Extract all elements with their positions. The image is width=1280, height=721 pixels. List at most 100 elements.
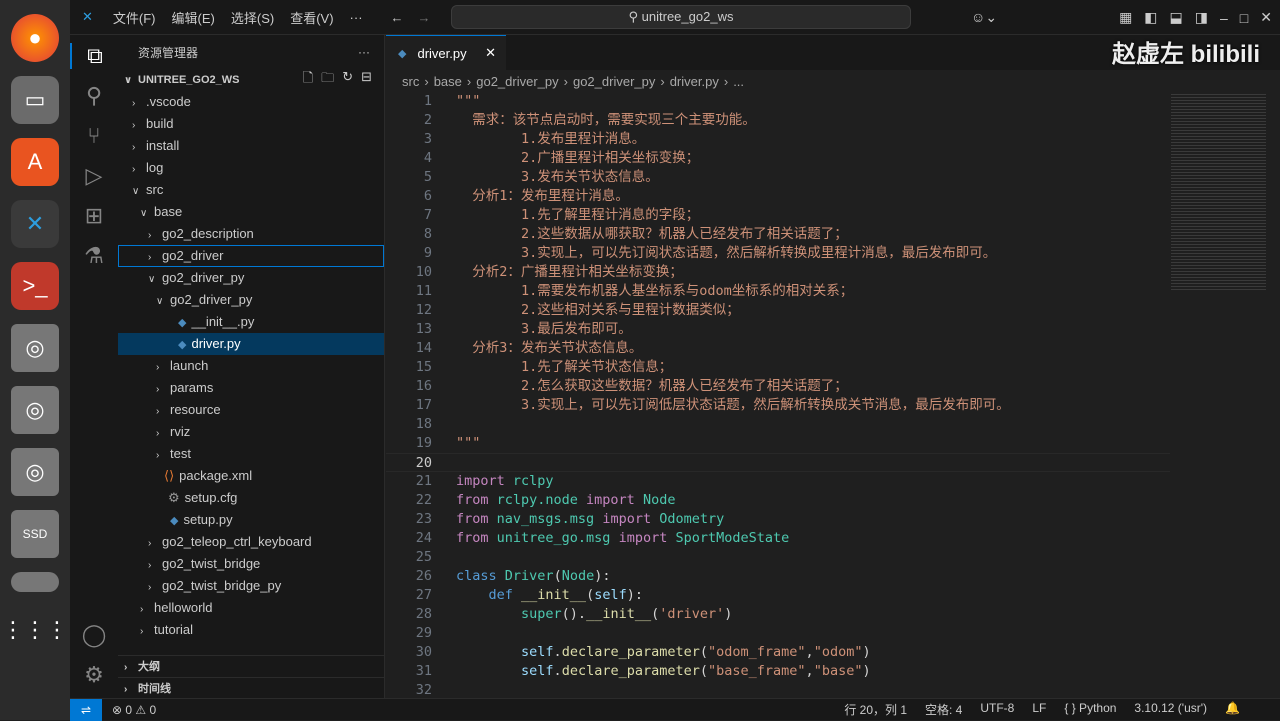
timeline-section[interactable]: › 时间线 bbox=[118, 677, 384, 699]
vscode-icon[interactable]: ✕ bbox=[11, 200, 59, 248]
end-of-line[interactable]: LF bbox=[1032, 701, 1046, 718]
tree-folder[interactable]: › helloworld bbox=[118, 597, 384, 619]
code-line[interactable]: 3 1.发布里程计消息。 bbox=[386, 130, 1170, 149]
app-center-icon[interactable]: A bbox=[11, 138, 59, 186]
layout-icon[interactable]: ▦ bbox=[1119, 9, 1132, 26]
explorer-icon[interactable]: ⧉ bbox=[70, 43, 118, 69]
code-line[interactable]: 27 def __init__(self): bbox=[386, 586, 1170, 605]
code-line[interactable]: 29 bbox=[386, 624, 1170, 643]
tree-file[interactable]: ◆ driver.py bbox=[118, 333, 384, 355]
tree-folder[interactable]: ∨ go2_driver_py bbox=[118, 289, 384, 311]
code-line[interactable]: 16 2.怎么获取这些数据？机器人已经发布了相关话题了； bbox=[386, 377, 1170, 396]
code-line[interactable]: 4 2.广播里程计相关坐标变换； bbox=[386, 149, 1170, 168]
code-line[interactable]: 18 bbox=[386, 415, 1170, 434]
breadcrumb-item[interactable]: ... bbox=[733, 74, 744, 89]
tree-folder[interactable]: › rviz bbox=[118, 421, 384, 443]
code-line[interactable]: 22 from rclpy.node import Node bbox=[386, 491, 1170, 510]
problems-count[interactable]: ⊗ 0 ⚠ 0 bbox=[102, 703, 156, 717]
code-line[interactable]: 28 super().__init__('driver') bbox=[386, 605, 1170, 624]
breadcrumb-item[interactable]: src bbox=[402, 74, 419, 89]
tab-driver-py[interactable]: ◆ driver.py ✕ bbox=[386, 35, 506, 70]
tree-file[interactable]: ◆ setup.py bbox=[118, 509, 384, 531]
tree-folder[interactable]: › go2_twist_bridge bbox=[118, 553, 384, 575]
more-actions-icon[interactable]: ··· bbox=[358, 45, 370, 59]
breadcrumb-item[interactable]: go2_driver_py bbox=[476, 74, 558, 89]
menu-selection[interactable]: 选择(S) bbox=[223, 8, 282, 27]
tree-folder[interactable]: › log bbox=[118, 157, 384, 179]
testing-icon[interactable]: ⚗ bbox=[84, 243, 104, 269]
outline-section[interactable]: › 大纲 bbox=[118, 655, 384, 677]
tree-file[interactable]: ⚙ setup.cfg bbox=[118, 487, 384, 509]
code-line[interactable]: 21 import rclpy bbox=[386, 472, 1170, 491]
code-line[interactable]: 24 from unitree_go.msg import SportModeSt… bbox=[386, 529, 1170, 548]
code-line[interactable]: 14 分析3：发布关节状态信息。 bbox=[386, 339, 1170, 358]
collapse-all-icon[interactable]: ⊟ bbox=[361, 69, 372, 91]
files-icon[interactable]: ▭ bbox=[11, 76, 59, 124]
maximize-icon[interactable]: □ bbox=[1240, 10, 1248, 26]
menu-more[interactable]: ··· bbox=[342, 10, 371, 25]
cursor-position[interactable]: 行 20，列 1 bbox=[844, 701, 907, 718]
code-line[interactable]: 15 1.先了解关节状态信息； bbox=[386, 358, 1170, 377]
remote-indicator-icon[interactable]: ⇌ bbox=[70, 698, 102, 721]
search-icon[interactable]: ⚲ bbox=[86, 83, 102, 109]
code-line[interactable]: 13 3.最后发布即可。 bbox=[386, 320, 1170, 339]
copilot-icon[interactable]: ☺⌄ bbox=[971, 9, 997, 26]
menu-edit[interactable]: 编辑(E) bbox=[164, 8, 223, 27]
disk-icon[interactable]: ◎ bbox=[11, 386, 59, 434]
code-line[interactable]: 23 from nav_msgs.msg import Odometry bbox=[386, 510, 1170, 529]
tree-folder[interactable]: ∨ src bbox=[118, 179, 384, 201]
toggle-secondary-sidebar-icon[interactable]: ◨ bbox=[1195, 9, 1208, 26]
tree-folder[interactable]: › launch bbox=[118, 355, 384, 377]
code-line[interactable]: 1 """ bbox=[386, 92, 1170, 111]
drive-icon[interactable] bbox=[11, 572, 59, 592]
tree-folder[interactable]: ∨ go2_driver_py bbox=[118, 267, 384, 289]
tree-folder[interactable]: › resource bbox=[118, 399, 384, 421]
back-arrow-icon[interactable]: ← bbox=[391, 10, 404, 25]
code-line[interactable]: 25 bbox=[386, 548, 1170, 567]
close-tab-icon[interactable]: ✕ bbox=[485, 45, 496, 61]
code-line[interactable]: 9 3.实现上，可以先订阅状态话题，然后解析转换成里程计消息，最后发布即可。 bbox=[386, 244, 1170, 263]
tree-folder[interactable]: › go2_twist_bridge_py bbox=[118, 575, 384, 597]
language-mode[interactable]: { } Python bbox=[1064, 701, 1116, 718]
toggle-panel-icon[interactable]: ⬓ bbox=[1170, 9, 1183, 26]
code-line[interactable]: 19 """ bbox=[386, 434, 1170, 453]
disk-icon[interactable]: ◎ bbox=[11, 448, 59, 496]
code-line[interactable]: 17 3.实现上，可以先订阅低层状态话题，然后解析转换成关节消息，最后发布即可。 bbox=[386, 396, 1170, 415]
disk-icon[interactable]: ◎ bbox=[11, 324, 59, 372]
refresh-icon[interactable]: ↻ bbox=[342, 69, 353, 91]
code-line[interactable]: 10 分析2：广播里程计相关坐标变换； bbox=[386, 263, 1170, 282]
notifications-bell-icon[interactable]: 🔔 bbox=[1225, 701, 1240, 718]
tree-folder[interactable]: › .vscode bbox=[118, 91, 384, 113]
minimap[interactable] bbox=[1171, 92, 1266, 292]
tree-folder[interactable]: › params bbox=[118, 377, 384, 399]
code-line[interactable]: 31 self.declare_parameter("base_frame","… bbox=[386, 662, 1170, 681]
indentation[interactable]: 空格: 4 bbox=[925, 701, 962, 718]
code-line[interactable]: 5 3.发布关节状态信息。 bbox=[386, 168, 1170, 187]
tree-folder[interactable]: › go2_teleop_ctrl_keyboard bbox=[118, 531, 384, 553]
tree-folder[interactable]: › tutorial bbox=[118, 619, 384, 641]
source-control-icon[interactable]: ⑂ bbox=[87, 123, 100, 149]
menu-file[interactable]: 文件(F) bbox=[105, 8, 164, 27]
breadcrumb-item[interactable]: base bbox=[434, 74, 462, 89]
code-line[interactable]: 20 bbox=[386, 453, 1170, 472]
tree-folder[interactable]: › install bbox=[118, 135, 384, 157]
toggle-sidebar-icon[interactable]: ◧ bbox=[1144, 9, 1157, 26]
tree-folder[interactable]: › test bbox=[118, 443, 384, 465]
breadcrumb-item[interactable]: go2_driver_py bbox=[573, 74, 655, 89]
code-editor[interactable]: 1 """ 2 需求：该节点启动时，需要实现三个主要功能。 3 1.发布里程计消息。 4… bbox=[386, 92, 1170, 700]
command-center-search[interactable]: ⚲ unitree_go2_ws bbox=[451, 5, 911, 29]
run-debug-icon[interactable]: ▷ bbox=[86, 163, 103, 189]
new-file-icon[interactable]: 🗋 bbox=[303, 69, 313, 91]
minimize-icon[interactable]: – bbox=[1220, 10, 1228, 26]
tree-file[interactable]: ⟨⟩ package.xml bbox=[118, 465, 384, 487]
ssd-icon[interactable]: SSD bbox=[11, 510, 59, 558]
code-line[interactable]: 2 需求：该节点启动时，需要实现三个主要功能。 bbox=[386, 111, 1170, 130]
code-line[interactable]: 6 分析1：发布里程计消息。 bbox=[386, 187, 1170, 206]
code-line[interactable]: 26 class Driver(Node): bbox=[386, 567, 1170, 586]
forward-arrow-icon[interactable]: → bbox=[418, 10, 431, 25]
menu-view[interactable]: 查看(V) bbox=[282, 8, 341, 27]
show-apps-icon[interactable]: ⋮⋮⋮ bbox=[2, 606, 68, 654]
manage-gear-icon[interactable]: ⚙ bbox=[84, 662, 104, 688]
close-window-icon[interactable]: ✕ bbox=[1260, 9, 1272, 26]
workspace-header[interactable]: ∨ UNITREE_GO2_WS 🗋 🗀 ↻ ⊟ bbox=[118, 69, 384, 91]
